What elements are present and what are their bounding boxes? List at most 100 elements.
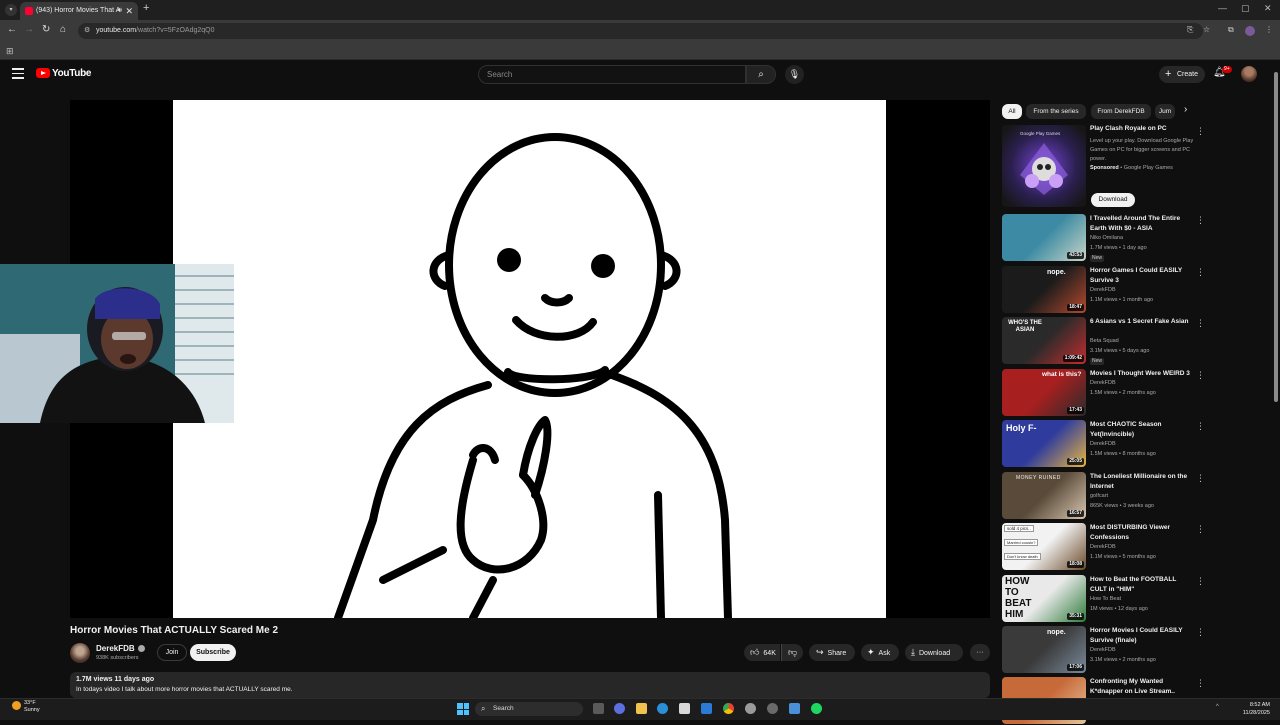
video-thumbnail[interactable]: nope. 18:47	[1002, 266, 1086, 313]
ask-button[interactable]: ✦ Ask	[861, 644, 899, 661]
reload-icon[interactable]: ↻	[42, 24, 50, 35]
apps-grid-icon[interactable]: ⊞	[6, 46, 14, 57]
file-explorer-icon[interactable]	[636, 703, 647, 714]
settings-icon[interactable]	[745, 703, 756, 714]
voice-search-button[interactable]: 🎙︎	[785, 65, 804, 84]
video-thumbnail[interactable]: what is this? 17:43	[1002, 369, 1086, 416]
minimize-icon[interactable]: —	[1218, 3, 1227, 13]
windows-start-icon[interactable]	[457, 703, 469, 715]
more-options-icon[interactable]: ⋮	[1196, 474, 1205, 483]
install-icon[interactable]: ⎘	[1187, 25, 1193, 35]
browser-menu-icon[interactable]: ⋮	[1265, 25, 1273, 34]
dislike-button[interactable]: 👎︎	[781, 644, 803, 661]
youtube-logo-icon[interactable]	[36, 68, 50, 78]
more-options-icon[interactable]: ⋮	[1196, 679, 1205, 688]
channel-name[interactable]: DerekFDB	[96, 644, 145, 653]
youtube-logo-text[interactable]: YouTube	[52, 68, 92, 79]
maximize-icon[interactable]: ▢	[1241, 3, 1250, 14]
video-thumbnail[interactable]: WHO'S THE ASIAN 1:09:42	[1002, 317, 1086, 364]
address-bar[interactable]: ⚙ youtube.com/watch?v=5FzOAdg2qQ0	[78, 23, 1203, 39]
recommended-video[interactable]: HOW TO BEAT HIM 35:31 How to Beat the FOOT…	[1002, 575, 1206, 623]
chip-all[interactable]: All	[1002, 104, 1022, 119]
store-icon[interactable]	[679, 703, 690, 714]
mail-icon[interactable]	[701, 703, 712, 714]
spotify-icon[interactable]	[811, 703, 822, 714]
recommended-channel[interactable]: How To Beat	[1090, 596, 1121, 602]
recommended-video-title[interactable]: Most CHAOTIC Season Yet(Invincible)	[1090, 420, 1194, 440]
weather-widget[interactable]: 33°F Sunny	[12, 700, 40, 714]
recommended-video[interactable]: what is this? 17:43 Movies I Thought Were …	[1002, 369, 1206, 417]
subscribe-button[interactable]: Subscribe	[190, 644, 236, 661]
taskbar-search[interactable]: ⌕ Search	[475, 702, 583, 716]
recommended-video-title[interactable]: Horror Movies I Could EASILY Survive (fi…	[1090, 626, 1194, 646]
recommended-channel[interactable]: DerekFDB	[1090, 647, 1116, 653]
recommended-video[interactable]: 43:53 I Travelled Around The Entire Earth…	[1002, 214, 1206, 262]
forward-arrow-icon[interactable]: →	[24, 24, 34, 35]
account-avatar[interactable]	[1241, 66, 1257, 82]
recommended-channel[interactable]: DerekFDB	[1090, 544, 1116, 550]
more-options-icon[interactable]: ⋮	[1196, 525, 1205, 534]
video-thumbnail[interactable]: Holy F- 25:05	[1002, 420, 1086, 467]
chrome-icon[interactable]	[723, 703, 734, 714]
tray-chevron-icon[interactable]: ^	[1216, 704, 1219, 710]
video-thumbnail[interactable]: MONEY RUINED 16:57	[1002, 472, 1086, 519]
search-button[interactable]: ⌕	[746, 65, 776, 84]
chevron-right-icon[interactable]: ›	[1184, 104, 1187, 115]
recommended-video-title[interactable]: Confronting My Wanted K*dnapper on Live …	[1090, 677, 1194, 697]
new-tab-button[interactable]: +	[143, 2, 149, 14]
app-window-icon[interactable]	[789, 703, 800, 714]
task-view-icon[interactable]	[593, 703, 604, 714]
close-tab-icon[interactable]: ✕	[125, 2, 133, 20]
video-thumbnail[interactable]: nope. 17:06	[1002, 626, 1086, 673]
recommended-video[interactable]: sold 4 pics.. Married cousin? Don't know d…	[1002, 523, 1206, 571]
recommended-video[interactable]: WHO'S THE ASIAN 1:09:42 6 Asians vs 1 Secr…	[1002, 317, 1206, 365]
recommended-video-title[interactable]: Movies I Thought Were WEIRD 3	[1090, 369, 1194, 379]
recommended-channel[interactable]: DerekFDB	[1090, 380, 1116, 386]
recommended-video-title[interactable]: Most DISTURBING Viewer Confessions	[1090, 523, 1194, 543]
channel-avatar[interactable]	[70, 643, 90, 663]
ad-title[interactable]: Play Clash Royale on PC	[1090, 125, 1167, 132]
more-actions-button[interactable]: ···	[970, 644, 990, 661]
recommended-channel[interactable]: DerekFDB	[1090, 287, 1116, 293]
browser-tab-youtube[interactable]: (943) Horror Movies That A 🔊︎ ✕	[20, 2, 138, 20]
video-thumbnail[interactable]: 43:53	[1002, 214, 1086, 261]
obs-icon[interactable]	[767, 703, 778, 714]
page-scrollbar[interactable]	[1273, 62, 1279, 692]
create-button[interactable]: + Create	[1159, 66, 1205, 83]
recommended-channel[interactable]: DerekFDB	[1090, 441, 1116, 447]
ad-thumbnail[interactable]: Google Play Games	[1002, 125, 1086, 207]
system-clock[interactable]: 8:52 AM 11/28/2025	[1234, 701, 1270, 717]
more-options-icon[interactable]: ⋮	[1196, 216, 1205, 225]
recommended-video[interactable]: MONEY RUINED 16:57 The Loneliest Millionai…	[1002, 472, 1206, 520]
more-options-icon[interactable]: ⋮	[1196, 577, 1205, 586]
video-thumbnail[interactable]: HOW TO BEAT HIM 35:31	[1002, 575, 1086, 622]
bookmark-star-icon[interactable]: ☆	[1203, 25, 1210, 34]
recommended-video-title[interactable]: How to Beat the FOOTBALL CULT in "HIM"	[1090, 575, 1194, 595]
video-thumbnail[interactable]: sold 4 pics.. Married cousin? Don't know d…	[1002, 523, 1086, 570]
chip-from-derekfdb[interactable]: From DerekFDB	[1091, 104, 1151, 119]
more-options-icon[interactable]: ⋮	[1196, 628, 1205, 637]
recommended-video-title[interactable]: 6 Asians vs 1 Secret Fake Asian	[1090, 317, 1194, 327]
tab-search-icon[interactable]: ▾	[5, 4, 17, 16]
join-button[interactable]: Join	[157, 644, 187, 661]
recommended-video[interactable]: nope. 18:47 Horror Games I Could EASILY Su…	[1002, 266, 1206, 314]
more-options-icon[interactable]: ⋮	[1196, 268, 1205, 277]
recommended-channel[interactable]: Niko Omilana	[1090, 235, 1123, 241]
share-button[interactable]: ↪ Share	[809, 644, 855, 661]
edge-icon[interactable]	[657, 703, 668, 714]
like-button[interactable]: 👍︎ 64K	[744, 644, 780, 661]
chip-from-the-series[interactable]: From the series	[1026, 104, 1086, 119]
more-options-icon[interactable]: ⋮	[1196, 371, 1205, 380]
copilot-icon[interactable]	[614, 703, 625, 714]
recommended-video[interactable]: nope. 17:06 Horror Movies I Could EASILY S…	[1002, 626, 1206, 674]
ad-more-icon[interactable]: ⋮	[1196, 127, 1205, 136]
description-box[interactable]	[70, 672, 990, 698]
ad-download-button[interactable]: Download	[1091, 193, 1135, 207]
recommended-channel[interactable]: Beta Squad	[1090, 338, 1119, 344]
back-arrow-icon[interactable]: ←	[7, 24, 17, 35]
speaker-icon[interactable]: 🔊︎	[118, 2, 122, 20]
extensions-icon[interactable]: ⧉	[1228, 25, 1234, 35]
download-button[interactable]: ⤓ Download	[905, 644, 963, 661]
recommended-video[interactable]: Holy F- 25:05 Most CHAOTIC Season Yet(Invi…	[1002, 420, 1206, 468]
window-close-icon[interactable]: ✕	[1264, 3, 1272, 14]
